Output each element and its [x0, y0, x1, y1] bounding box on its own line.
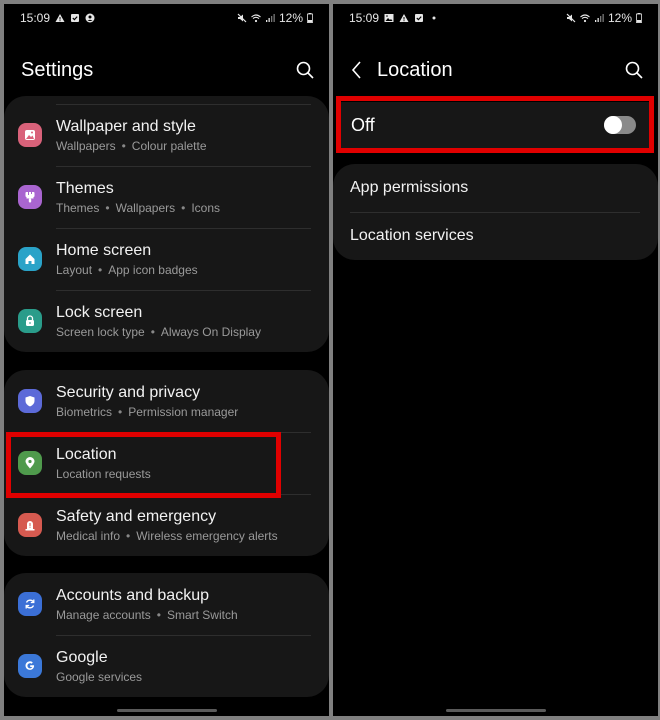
shield-icon — [18, 389, 42, 413]
item-title: Lock screen — [56, 303, 143, 321]
wallpaper-icon — [18, 123, 42, 147]
wifi-icon — [580, 13, 590, 23]
checkbox-notification-icon — [70, 13, 80, 23]
settings-group-security: Security and privacy Biometrics • Permissi… — [4, 370, 329, 556]
location-header: Location — [333, 54, 658, 86]
gesture-bar[interactable] — [116, 709, 217, 712]
sync-icon — [18, 592, 42, 616]
settings-item-accounts-and-backup[interactable]: Accounts and backup Manage accounts • Smar… — [4, 573, 329, 635]
mute-icon — [566, 13, 576, 23]
warning-icon — [55, 13, 65, 23]
location-toggle-switch[interactable] — [604, 116, 636, 134]
search-icon[interactable] — [295, 60, 315, 80]
toggle-knob — [604, 116, 622, 134]
settings-header: Settings — [4, 54, 329, 86]
battery-percent: 12% — [278, 11, 303, 25]
location-master-toggle-row[interactable]: Off — [341, 102, 650, 148]
app-permissions-item[interactable]: App permissions — [333, 164, 658, 212]
settings-item-wallpaper-and-style[interactable]: Wallpaper and style Wallpapers • Colour pa… — [4, 104, 329, 166]
signal-icon — [265, 13, 275, 23]
settings-item-home-screen[interactable]: Home screen Layout • App icon badges — [4, 228, 329, 290]
location-services-item[interactable]: Location services — [333, 212, 658, 260]
item-title: Google — [56, 648, 108, 666]
checkbox-notification-icon — [414, 13, 424, 23]
mute-icon — [237, 13, 247, 23]
image-icon — [384, 13, 394, 23]
battery-icon — [307, 13, 313, 23]
status-bar: 15:09 12% — [4, 4, 329, 32]
back-chevron-icon[interactable] — [347, 59, 367, 81]
page-title: Settings — [21, 58, 94, 81]
search-icon[interactable] — [624, 60, 644, 80]
location-screen: 15:09 12% Location Off App permissions L… — [333, 4, 658, 716]
status-time: 15:09 — [349, 11, 380, 25]
brush-icon — [18, 185, 42, 209]
toggle-label: Off — [351, 114, 375, 135]
emergency-icon — [18, 513, 42, 537]
item-subtitle: Medical info • Wireless emergency alerts — [56, 528, 278, 543]
warning-icon — [399, 13, 409, 23]
item-subtitle: Google services — [56, 669, 143, 684]
battery-percent: 12% — [607, 11, 632, 25]
item-title: Wallpaper and style — [56, 117, 196, 135]
signal-icon — [594, 13, 604, 23]
google-icon — [18, 654, 42, 678]
status-bar: 15:09 12% — [333, 4, 658, 32]
page-title: Location — [377, 58, 453, 81]
location-options-card: App permissions Location services — [333, 164, 658, 260]
dot-icon — [429, 13, 439, 23]
wifi-icon — [251, 13, 261, 23]
battery-icon — [636, 13, 642, 23]
item-title: Safety and emergency — [56, 507, 217, 525]
location-pin-icon — [18, 451, 42, 475]
account-icon — [85, 13, 95, 23]
item-subtitle: Manage accounts • Smart Switch — [56, 607, 238, 622]
item-title: Location — [56, 445, 117, 463]
settings-item-google[interactable]: Google Google services — [4, 635, 329, 697]
settings-item-lock-screen[interactable]: Lock screen Screen lock type • Always On D… — [4, 290, 329, 352]
settings-group-accounts: Accounts and backup Manage accounts • Smar… — [4, 573, 329, 697]
item-title: Security and privacy — [56, 383, 201, 401]
status-time: 15:09 — [20, 11, 51, 25]
settings-item-themes[interactable]: Themes Themes • Wallpapers • Icons — [4, 166, 329, 228]
item-title: Home screen — [56, 241, 152, 259]
settings-group-display: Wallpaper and style Wallpapers • Colour pa… — [4, 96, 329, 352]
settings-item-safety-and-emergency[interactable]: Safety and emergency Medical info • Wirele… — [4, 494, 329, 556]
item-subtitle: Themes • Wallpapers • Icons — [56, 200, 221, 215]
gesture-bar[interactable] — [445, 709, 546, 712]
item-subtitle: Screen lock type • Always On Display — [56, 324, 261, 339]
item-title: Accounts and backup — [56, 586, 209, 604]
item-subtitle: Biometrics • Permission manager — [56, 404, 239, 419]
item-subtitle: Layout • App icon badges — [56, 262, 198, 277]
item-title: Themes — [56, 179, 114, 197]
lock-icon — [18, 309, 42, 333]
settings-item-security-and-privacy[interactable]: Security and privacy Biometrics • Permissi… — [4, 370, 329, 432]
item-subtitle: Location requests — [56, 466, 151, 481]
settings-item-location[interactable]: Location Location requests — [4, 432, 329, 494]
home-icon — [18, 247, 42, 271]
settings-screen: 15:09 12% Settings Wallpaper and style W… — [4, 4, 329, 716]
item-subtitle: Wallpapers • Colour palette — [56, 138, 207, 153]
